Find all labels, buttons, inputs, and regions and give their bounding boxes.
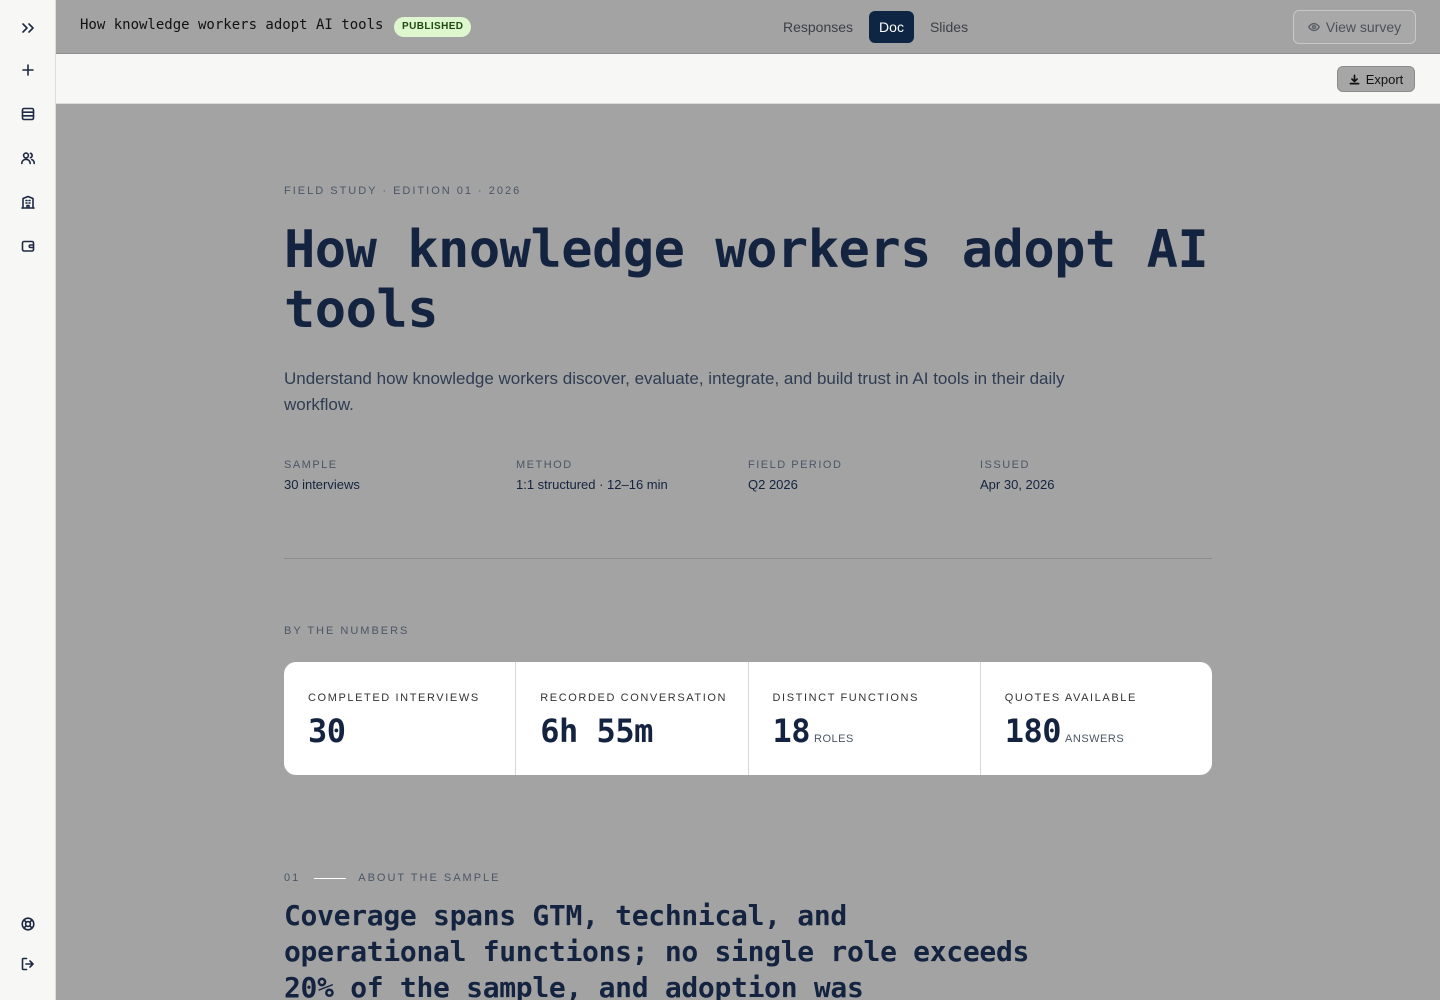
section-rule <box>314 877 347 879</box>
stat-completed-interviews: COMPLETED INTERVIEWS 30 <box>284 662 517 775</box>
numbers-heading: BY THE NUMBERS <box>284 625 410 637</box>
stat-distinct-functions: DISTINCT FUNCTIONS 18 ROLES <box>749 662 981 775</box>
meta-field-period: FIELD PERIOD Q2 2026 <box>748 459 842 492</box>
logout-icon[interactable] <box>14 950 42 978</box>
table-icon[interactable] <box>14 100 42 128</box>
meta-sample: SAMPLE 30 interviews <box>284 459 360 492</box>
building-icon[interactable] <box>14 188 42 216</box>
sidebar <box>0 0 56 1000</box>
tab-doc[interactable]: Doc <box>869 11 914 43</box>
tab-responses[interactable]: Responses <box>775 11 861 43</box>
export-button[interactable]: Export <box>1337 66 1415 92</box>
stat-unit: ROLES <box>814 733 854 745</box>
meta-value: Q2 2026 <box>748 477 798 492</box>
stat-unit: ANSWERS <box>1065 733 1125 745</box>
export-label: Export <box>1365 71 1404 87</box>
page-subtitle: Understand how knowledge workers discove… <box>284 369 1065 414</box>
users-icon[interactable] <box>14 144 42 172</box>
stat-quotes-available: QUOTES AVAILABLE 180 ANSWERS <box>981 662 1212 775</box>
meta-value: 1:1 structured · 12–16 min <box>516 477 668 492</box>
document-title: How knowledge workers adopt AI tools <box>80 17 384 33</box>
meta-label: SAMPLE <box>284 459 338 471</box>
meta-issued: ISSUED Apr 30, 2026 <box>980 459 1054 492</box>
plus-icon[interactable] <box>14 56 42 84</box>
stat-label: DISTINCT FUNCTIONS <box>772 692 920 704</box>
stat-number: 180 <box>1004 712 1062 750</box>
stat-value: 18 ROLES <box>773 712 854 750</box>
meta-value: Apr 30, 2026 <box>980 477 1055 492</box>
stat-value: 6h 55m <box>540 712 657 750</box>
top-bar: How knowledge workers adopt AI tools PUB… <box>56 0 1440 54</box>
help-icon[interactable] <box>14 910 42 938</box>
status-badge: PUBLISHED <box>394 17 472 37</box>
study-meta: SAMPLE 30 interviews METHOD 1:1 structur… <box>284 459 1212 499</box>
meta-label: ISSUED <box>980 459 1030 471</box>
view-survey-button[interactable]: View survey <box>1293 10 1416 44</box>
expand-icon[interactable] <box>14 14 42 42</box>
eye-icon <box>1307 22 1320 32</box>
stat-label: COMPLETED INTERVIEWS <box>308 692 480 704</box>
stat-number: 18 <box>772 712 811 750</box>
stat-label: RECORDED CONVERSATION <box>540 692 728 704</box>
meta-value: 30 interviews <box>284 477 360 492</box>
meta-method: METHOD 1:1 structured · 12–16 min <box>516 459 668 492</box>
view-tabs: Responses Doc Slides <box>775 11 976 43</box>
doc-toolbar: Export <box>56 54 1440 104</box>
doc-eyebrow: FIELD STUDY · EDITION 01 · 2026 <box>284 185 522 197</box>
section-header: 01 ABOUT THE SAMPLE <box>284 872 501 884</box>
page-title: How knowledge workers adopt AI tools <box>284 220 1209 340</box>
stat-label: QUOTES AVAILABLE <box>1004 692 1137 704</box>
stat-number: 30 <box>308 712 346 750</box>
wallet-icon[interactable] <box>14 232 42 260</box>
download-icon <box>1349 74 1360 84</box>
section-label: ABOUT THE SAMPLE <box>358 872 501 884</box>
stat-number: 6h 55m <box>540 712 653 750</box>
stat-value: 30 <box>308 712 350 750</box>
section-divider <box>284 558 1212 559</box>
stat-value: 180 ANSWERS <box>1005 712 1124 750</box>
meta-label: METHOD <box>516 459 573 471</box>
stat-recorded-conversation: RECORDED CONVERSATION 6h 55m <box>516 662 749 775</box>
section-title: Coverage spans GTM, technical, and opera… <box>284 899 1030 1000</box>
meta-label: FIELD PERIOD <box>748 459 843 471</box>
view-survey-label: View survey <box>1325 19 1402 35</box>
tab-slides[interactable]: Slides <box>922 11 976 43</box>
section-number: 01 <box>284 872 301 884</box>
stats-card: COMPLETED INTERVIEWS 30 RECORDED CONVERS… <box>284 662 1212 775</box>
